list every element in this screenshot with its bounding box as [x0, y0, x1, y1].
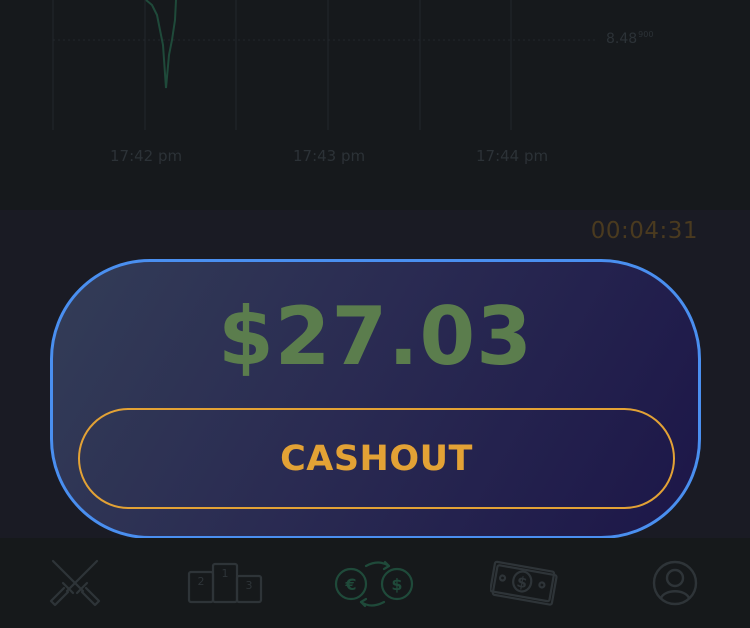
bottom-nav: 1 2 3 € $ $ [0, 538, 750, 628]
user-profile-icon [652, 560, 698, 606]
chart-price-line [145, 0, 177, 89]
nav-item-leaderboard[interactable]: 1 2 3 [150, 538, 300, 628]
cashout-button-label: CASHOUT [280, 438, 473, 479]
chart-price-value: 8.48 [606, 31, 638, 47]
price-chart: 8.48900 17:42 pm 17:43 pm 17:44 pm [0, 0, 750, 210]
chart-time-tick: 17:43 pm [293, 147, 366, 165]
round-timer: 00:04:31 [590, 218, 698, 244]
currency-exchange-icon: € $ [334, 560, 414, 608]
crossed-swords-icon [49, 559, 101, 607]
nav-item-cash[interactable]: $ [450, 538, 600, 628]
chart-price-sup: 900 [638, 30, 654, 39]
leaderboard-podium-icon: 1 2 3 [187, 562, 263, 604]
cash-banknote-icon: $ [490, 560, 558, 606]
nav-item-profile[interactable] [600, 538, 750, 628]
podium-digit-3: 3 [246, 579, 253, 592]
cashout-amount: $27.03 [218, 290, 533, 383]
cashout-button[interactable]: CASHOUT [78, 408, 675, 509]
podium-digit-1: 1 [222, 567, 229, 580]
nav-item-exchange[interactable]: € $ [300, 538, 450, 628]
podium-digit-2: 2 [198, 575, 205, 588]
chart-time-tick: 17:44 pm [476, 147, 549, 165]
cashout-card: $27.03 CASHOUT [50, 259, 701, 539]
nav-item-battle[interactable] [0, 538, 150, 628]
chart-current-price: 8.48900 [606, 30, 653, 47]
dollar-symbol: $ [391, 575, 402, 594]
chart-time-tick: 17:42 pm [110, 147, 183, 165]
euro-symbol: € [344, 575, 356, 594]
